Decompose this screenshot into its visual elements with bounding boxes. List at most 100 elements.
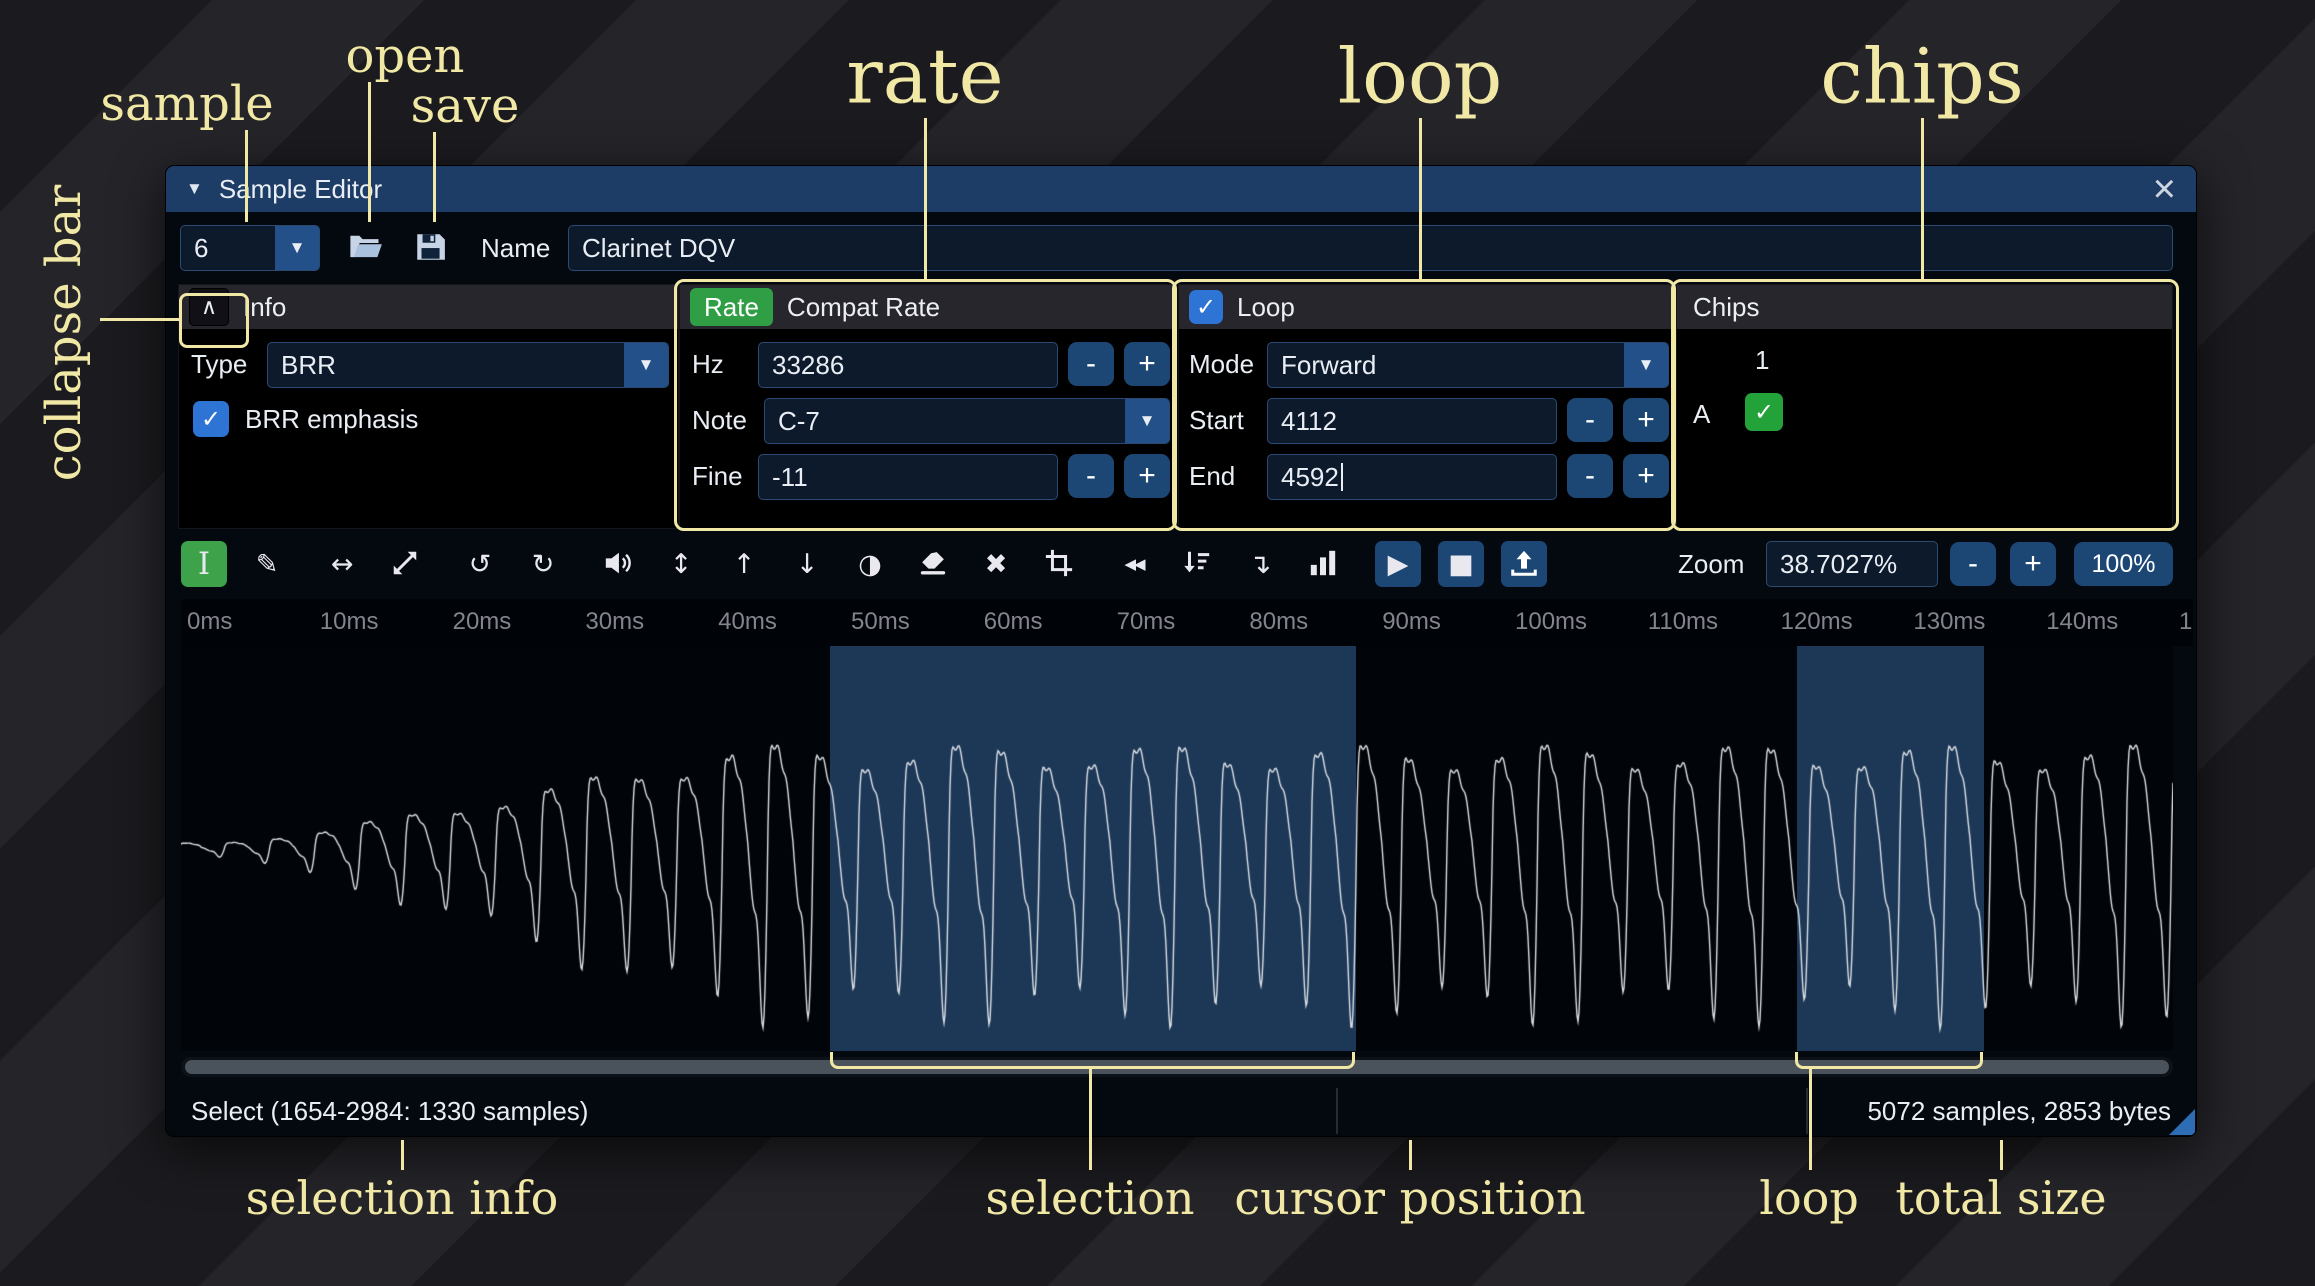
ruler-tick: 60ms <box>983 608 1043 635</box>
titlebar[interactable]: ▼ Sample Editor × <box>166 166 2196 212</box>
time-ruler[interactable]: 0ms 10ms 20ms 30ms 40ms 50ms 60ms 70ms 80ms 90ms 1… <box>181 599 2193 646</box>
annotation-collapse-bar-label: collapse bar <box>36 184 92 482</box>
fade-out-icon: ↓ <box>795 548 819 580</box>
annotation-line <box>1419 118 1422 279</box>
stop-icon: ■ <box>1448 548 1474 580</box>
collapse-window-icon[interactable]: ▼ <box>186 179 203 199</box>
close-icon[interactable]: × <box>2153 169 2176 209</box>
trim-button[interactable] <box>1036 541 1082 587</box>
annotation-loop-outline <box>1172 279 1676 531</box>
spectrum-button[interactable] <box>1300 541 1346 587</box>
annotation-line <box>1409 1140 1412 1170</box>
annotation-line <box>401 1140 404 1170</box>
silence-icon <box>918 548 948 581</box>
filter-button[interactable] <box>1174 541 1220 587</box>
annotation-cursor-position-label: cursor position <box>1234 1171 1586 1225</box>
type-select-value: BRR <box>281 349 336 380</box>
redo-button[interactable]: ↻ <box>520 541 566 587</box>
insert-silence-icon: ↴ <box>1248 548 1272 580</box>
ruler-tick: 90ms <box>1382 608 1441 635</box>
annotation-collapse-outline <box>179 293 249 348</box>
zoom-label: Zoom <box>1678 549 1745 579</box>
resample-button[interactable] <box>382 541 428 587</box>
info-panel-header: ∧ Info <box>179 285 678 329</box>
name-input-value: Clarinet DQV <box>582 232 736 263</box>
filter-icon <box>1182 548 1212 581</box>
check-icon: ✓ <box>200 405 222 433</box>
name-input[interactable]: Clarinet DQV <box>568 225 2173 271</box>
amplify-icon: ↕ <box>669 548 693 580</box>
resize-icon: ↔ <box>330 548 354 580</box>
window-title: Sample Editor <box>218 173 383 204</box>
ruler-tick: 10ms <box>319 608 379 635</box>
brr-emphasis-checkbox[interactable]: ✓ <box>193 401 229 437</box>
annotation-line <box>1921 118 1924 279</box>
ruler-tick: 100ms <box>1515 608 1588 635</box>
zoom-reset-button[interactable]: 100% <box>2074 542 2173 586</box>
zoom-out-button[interactable]: - <box>1950 542 1996 586</box>
edit-mode-button[interactable]: I <box>181 541 227 587</box>
floppy-disk-icon <box>413 230 447 267</box>
draw-icon: ✎ <box>255 548 279 580</box>
annotation-chips-label: chips <box>1820 31 2024 121</box>
play-button[interactable]: ▶ <box>1375 541 1421 587</box>
type-select[interactable]: BRR ▼ <box>267 342 669 388</box>
normalize-button[interactable]: ↑ <box>721 541 767 587</box>
sample-select-value: 6 <box>194 232 209 263</box>
import-icon <box>1509 548 1539 581</box>
draw-button[interactable]: ✎ <box>244 541 290 587</box>
annotation-rate-label: rate <box>846 31 1004 121</box>
resize-button[interactable]: ↔ <box>319 541 365 587</box>
fade-out-button[interactable]: ↓ <box>784 541 830 587</box>
annotation-selection-bracket <box>830 1052 1355 1069</box>
status-divider <box>1336 1088 1338 1134</box>
annotation-sample-label: sample <box>100 76 274 132</box>
brr-emphasis-label: BRR emphasis <box>245 404 419 434</box>
desktop-background: ▼ Sample Editor × 6 ▼ Name Clarinet DQV … <box>0 0 2315 1286</box>
waveform-display[interactable] <box>181 646 2173 1051</box>
reverse-button[interactable]: ◀◀ <box>1111 541 1157 587</box>
ruler-tick: 110ms <box>1647 608 1719 635</box>
zoom-in-button[interactable]: + <box>2010 542 2056 586</box>
ruler-tick: 0ms <box>187 608 233 635</box>
preview-button[interactable] <box>595 541 641 587</box>
save-sample-button[interactable] <box>406 225 454 271</box>
undo-icon: ↺ <box>468 548 492 580</box>
preview-icon <box>603 548 633 581</box>
ruler-tick: 30ms <box>585 608 645 635</box>
delete-button[interactable]: ✖ <box>973 541 1019 587</box>
name-label: Name <box>481 233 551 263</box>
sample-select[interactable]: 6 ▼ <box>180 225 320 271</box>
waveform-canvas <box>181 646 2173 1051</box>
annotation-line <box>245 130 248 222</box>
selection-info-text: Select (1654-2984: 1330 samples) <box>191 1096 589 1126</box>
ruler-tick: 70ms <box>1116 608 1176 635</box>
open-sample-button[interactable] <box>341 225 389 271</box>
annotation-open-label: open <box>345 28 465 84</box>
annotation-line <box>368 82 371 222</box>
annotation-line <box>924 118 927 279</box>
import-button[interactable] <box>1501 541 1547 587</box>
delete-icon: ✖ <box>984 548 1008 580</box>
info-panel: ∧ Info Type BRR ▼ ✓ BRR emphasis <box>178 284 679 529</box>
silence-button[interactable] <box>910 541 956 587</box>
annotation-total-size-label: total size <box>1895 1171 2107 1225</box>
spectrum-icon <box>1308 548 1338 581</box>
annotation-line <box>1809 1068 1812 1170</box>
insert-silence-button[interactable]: ↴ <box>1237 541 1283 587</box>
annotation-loop-bracket <box>1795 1052 1983 1069</box>
invert-button[interactable]: ◑ <box>847 541 893 587</box>
zoom-input[interactable]: 38.7027% <box>1766 541 1938 587</box>
chevron-down-icon[interactable]: ▼ <box>275 226 319 270</box>
stop-button[interactable]: ■ <box>1438 541 1484 587</box>
sample-toolbar: I ✎ ↔ ↺ ↻ ↕ ↑ ↓ ◑ ✖ ◀◀ ↴ ▶ ■ <box>181 541 1547 587</box>
invert-icon: ◑ <box>858 548 882 580</box>
status-bar: Select (1654-2984: 1330 samples) 5072 sa… <box>166 1086 2196 1136</box>
annotation-save-label: save <box>410 78 520 134</box>
annotation-chips-outline <box>1671 279 2179 531</box>
zoom-value: 38.7027% <box>1780 548 1898 579</box>
resize-grip[interactable] <box>2169 1109 2195 1135</box>
chevron-down-icon[interactable]: ▼ <box>624 343 668 387</box>
amplify-button[interactable]: ↕ <box>658 541 704 587</box>
undo-button[interactable]: ↺ <box>457 541 503 587</box>
